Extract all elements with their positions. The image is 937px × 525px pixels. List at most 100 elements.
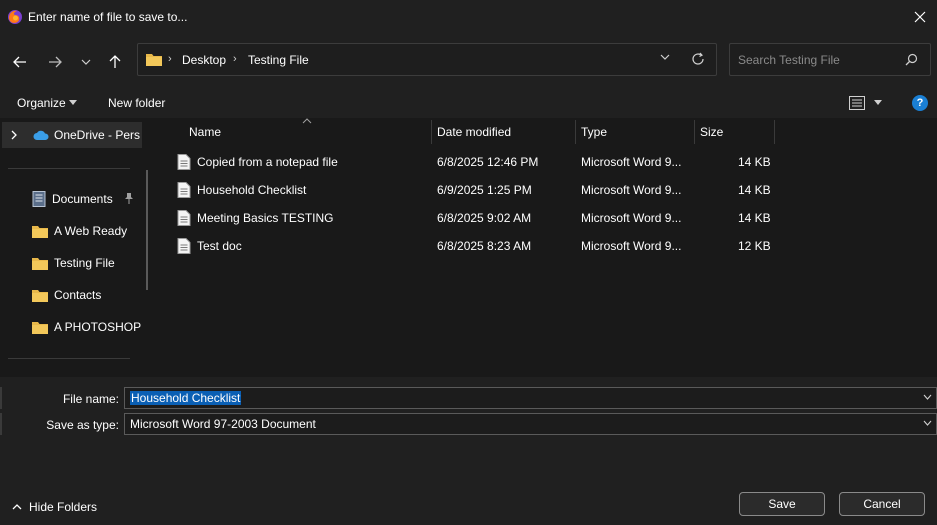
search-placeholder: Search Testing File <box>738 53 840 67</box>
save-as-type-label: Save as type: <box>46 418 119 432</box>
view-options-icon[interactable] <box>849 96 865 110</box>
file-name: Test doc <box>197 239 242 253</box>
cancel-button[interactable]: Cancel <box>839 492 925 516</box>
table-row[interactable]: Test doc 6/8/2025 8:23 AM Microsoft Word… <box>159 232 779 260</box>
file-name: Copied from a notepad file <box>197 155 338 169</box>
file-type: Microsoft Word 9... <box>581 155 682 169</box>
file-name-label: File name: <box>62 392 119 406</box>
divider <box>0 387 2 409</box>
divider <box>8 358 130 359</box>
breadcrumb-separator-icon: › <box>168 53 172 65</box>
organize-button[interactable]: Organize <box>17 96 66 110</box>
sidebar-item-label: A PHOTOSHOP <box>54 320 142 334</box>
sidebar-item-label: Contacts <box>54 288 102 302</box>
column-divider[interactable] <box>774 120 775 144</box>
firefox-icon <box>8 10 22 24</box>
chevron-down-icon[interactable] <box>660 54 670 60</box>
pin-icon[interactable] <box>124 193 134 204</box>
column-header-date[interactable]: Date modified <box>431 118 575 145</box>
sidebar-item-label: OneDrive - Personal <box>54 128 140 142</box>
hide-folders-button[interactable]: Hide Folders <box>12 500 97 514</box>
forward-arrow-icon[interactable] <box>44 51 66 73</box>
sidebar-item-label: Testing File <box>54 256 115 270</box>
onedrive-cloud-icon <box>33 130 49 140</box>
table-row[interactable]: Household Checklist 6/9/2025 1:25 PM Mic… <box>159 176 779 204</box>
file-name-value[interactable]: Household Checklist <box>130 391 242 405</box>
word-document-icon <box>177 182 191 198</box>
hide-folders-label: Hide Folders <box>29 500 98 514</box>
file-date: 6/8/2025 12:46 PM <box>437 155 539 169</box>
word-document-icon <box>177 210 191 226</box>
column-header-name[interactable]: Name <box>183 118 431 145</box>
caret-down-icon[interactable] <box>874 100 882 105</box>
sidebar-item-onedrive[interactable]: OneDrive - Personal <box>2 122 142 148</box>
file-type: Microsoft Word 9... <box>581 211 682 225</box>
sidebar-item-label: Documents <box>52 192 113 206</box>
file-name: Household Checklist <box>197 183 307 197</box>
document-icon <box>32 191 46 207</box>
window-title: Enter name of file to save to... <box>28 10 188 24</box>
file-size: 14 KB <box>738 183 771 197</box>
new-folder-button[interactable]: New folder <box>108 96 165 110</box>
back-arrow-icon[interactable] <box>9 51 31 73</box>
save-as-type-select[interactable]: Microsoft Word 97-2003 Document <box>124 413 937 435</box>
sidebar-item-a-photoshop[interactable]: A PHOTOSHOP <box>32 318 141 336</box>
file-size: 12 KB <box>738 239 771 253</box>
divider <box>8 168 130 169</box>
search-box[interactable]: Search Testing File <box>729 43 931 76</box>
file-date: 6/8/2025 8:23 AM <box>437 239 532 253</box>
chevron-down-icon[interactable] <box>923 394 932 400</box>
word-document-icon <box>177 238 191 254</box>
sidebar-item-documents[interactable]: Documents <box>32 190 133 208</box>
breadcrumb-testing-file[interactable]: Testing File <box>248 53 309 67</box>
file-name: Meeting Basics TESTING <box>197 211 334 225</box>
command-toolbar: Organize New folder ? <box>0 88 937 118</box>
column-header-size[interactable]: Size <box>694 118 774 145</box>
sidebar-scrollbar[interactable] <box>146 170 148 290</box>
sidebar-item-contacts[interactable]: Contacts <box>32 286 101 304</box>
sidebar-item-label: A Web Ready <box>54 224 128 238</box>
column-header-label: Date modified <box>437 125 512 139</box>
save-button[interactable]: Save <box>739 492 825 516</box>
column-header-label: Size <box>700 125 724 139</box>
up-arrow-icon[interactable] <box>104 51 126 73</box>
file-date: 6/8/2025 9:02 AM <box>437 211 532 225</box>
folder-icon <box>32 321 48 334</box>
save-form: File name: Household Checklist Save as t… <box>0 377 937 525</box>
chevron-down-icon[interactable] <box>75 51 97 73</box>
chevron-up-icon <box>12 504 22 510</box>
divider <box>0 413 2 435</box>
column-header-type[interactable]: Type <box>575 118 695 145</box>
address-bar[interactable]: › Desktop › Testing File <box>137 43 717 76</box>
search-icon[interactable] <box>905 53 918 66</box>
help-icon[interactable]: ? <box>912 95 928 111</box>
navigation-pane: OneDrive - Personal Documents A Web Read… <box>0 118 158 377</box>
table-row[interactable]: Copied from a notepad file 6/8/2025 12:4… <box>159 148 779 176</box>
title-bar: Enter name of file to save to... <box>0 0 937 34</box>
file-date: 6/9/2025 1:25 PM <box>437 183 532 197</box>
file-type: Microsoft Word 9... <box>581 183 682 197</box>
sidebar-item-testing-file[interactable]: Testing File <box>32 254 115 272</box>
refresh-icon[interactable] <box>691 52 705 66</box>
file-size: 14 KB <box>738 211 771 225</box>
close-icon[interactable] <box>903 0 937 34</box>
sidebar-item-a-web-ready[interactable]: A Web Ready <box>32 222 127 240</box>
breadcrumb-separator-icon: › <box>233 53 237 65</box>
folder-icon <box>146 54 162 66</box>
column-header-label: Name <box>189 125 222 139</box>
breadcrumb-desktop[interactable]: Desktop <box>182 53 226 67</box>
folder-icon <box>32 257 48 270</box>
file-type: Microsoft Word 9... <box>581 239 682 253</box>
column-header-label: Type <box>581 125 608 139</box>
table-row[interactable]: Meeting Basics TESTING 6/8/2025 9:02 AM … <box>159 204 779 232</box>
save-as-type-value: Microsoft Word 97-2003 Document <box>130 417 316 431</box>
chevron-down-icon[interactable] <box>923 420 932 426</box>
folder-icon <box>32 289 48 302</box>
file-name-input[interactable]: Household Checklist <box>124 387 937 409</box>
folder-icon <box>32 225 48 238</box>
file-list: Name Date modified Type Size Copied from… <box>159 118 937 377</box>
file-size: 14 KB <box>738 155 771 169</box>
word-document-icon <box>177 154 191 170</box>
caret-down-icon[interactable] <box>69 100 77 105</box>
chevron-right-icon[interactable] <box>11 130 17 140</box>
